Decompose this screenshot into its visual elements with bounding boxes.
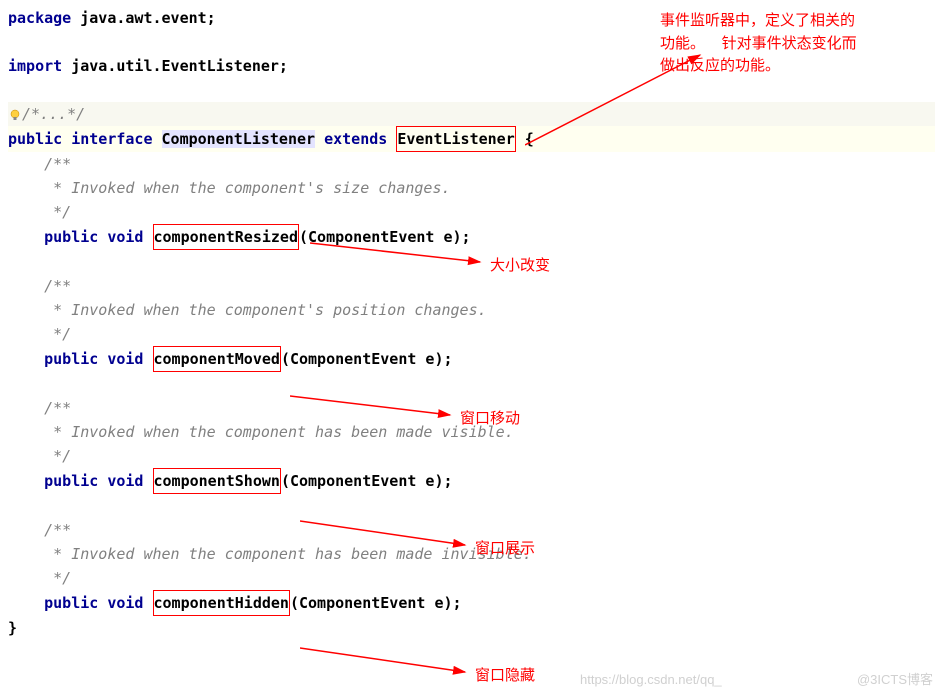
class-declaration: public interface ComponentListener exten…	[8, 126, 935, 152]
annotation-resize: 大小改变	[490, 255, 550, 278]
keyword-public: public	[8, 130, 62, 148]
method-line: public void componentResized(ComponentEv…	[8, 224, 935, 250]
method-line: public void componentMoved(ComponentEven…	[8, 346, 935, 372]
comment-line: */	[8, 566, 935, 590]
brace-open: {	[516, 130, 534, 148]
collapsed-comment: /*...*/	[22, 105, 85, 123]
comment-line: /**	[8, 152, 935, 176]
closing-brace-line: }	[8, 616, 935, 640]
comment-line: * Invoked when the component has been ma…	[8, 542, 935, 566]
annotation-hide: 窗口隐藏	[475, 665, 535, 688]
annotation-top: 事件监听器中，定义了相关的 功能。 针对事件状态变化而 做出反应的功能。	[660, 10, 857, 78]
comment-line: * Invoked when the component's position …	[8, 298, 935, 322]
watermark-left: https://blog.csdn.net/qq_	[580, 670, 722, 691]
method-resized-box: componentResized	[153, 224, 300, 250]
annotation-move: 窗口移动	[460, 408, 520, 431]
method-line: public void componentShown(ComponentEven…	[8, 468, 935, 494]
code-block: package java.awt.event; import java.util…	[0, 0, 943, 646]
import-text: java.util.EventListener;	[62, 57, 288, 75]
super-interface-box: EventListener	[396, 126, 515, 152]
keyword-package: package	[8, 9, 71, 27]
method-moved-box: componentMoved	[153, 346, 281, 372]
watermark-right: @3ICTS博客	[857, 670, 933, 691]
comment-line: /**	[8, 518, 935, 542]
blank-line	[8, 494, 935, 518]
collapsed-comment-line: /*...*/	[8, 102, 935, 126]
keyword-interface: interface	[71, 130, 152, 148]
keyword-extends: extends	[324, 130, 387, 148]
blank-line	[8, 372, 935, 396]
lightbulb-icon	[8, 105, 22, 123]
package-text: java.awt.event;	[71, 9, 216, 27]
arrow-hide	[300, 645, 475, 679]
method-shown-box: componentShown	[153, 468, 281, 494]
comment-line: */	[8, 322, 935, 346]
blank-line	[8, 78, 935, 102]
comment-line: * Invoked when the component's size chan…	[8, 176, 935, 200]
annotation-show: 窗口展示	[475, 538, 535, 561]
class-name: ComponentListener	[162, 130, 316, 148]
method-line: public void componentHidden(ComponentEve…	[8, 590, 935, 616]
comment-line: /**	[8, 274, 935, 298]
method-hidden-box: componentHidden	[153, 590, 290, 616]
comment-line: */	[8, 200, 935, 224]
blank-line	[8, 250, 935, 274]
keyword-import: import	[8, 57, 62, 75]
comment-line: */	[8, 444, 935, 468]
